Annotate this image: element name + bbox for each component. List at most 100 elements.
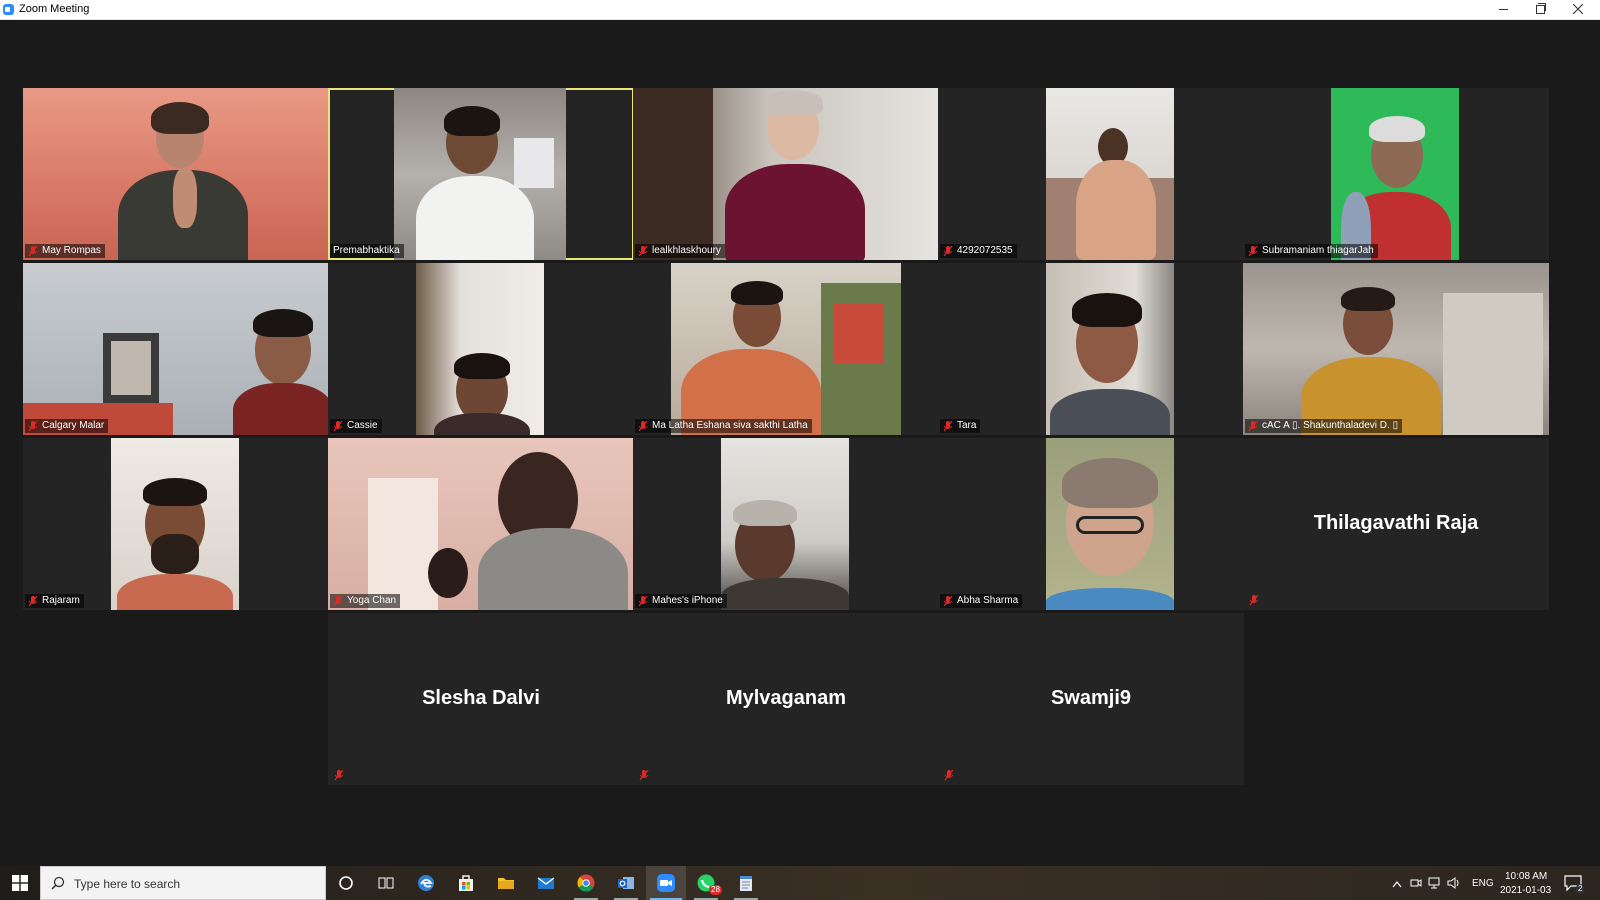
participant-tile[interactable]: Ma Latha Eshana siva sakthi Latha [633, 263, 939, 435]
participant-tile[interactable]: Tara [938, 263, 1244, 435]
participant-video [1046, 438, 1174, 610]
close-icon [1573, 4, 1583, 14]
store-icon [459, 875, 473, 891]
participant-name: Mahes's iPhone [652, 595, 723, 606]
participant-name: 4292072535 [957, 245, 1013, 256]
notification-count: 2 [1576, 884, 1585, 894]
participant-name-tag: lealkhlaskhoury [635, 244, 725, 258]
muted-mic-icon [334, 770, 344, 781]
notepad-button[interactable] [726, 866, 766, 900]
participant-video [23, 88, 329, 260]
participant-tile[interactable]: Subramaniam thiagarJah [1243, 88, 1549, 260]
muted-mic-icon [28, 595, 38, 606]
participant-video [328, 438, 634, 610]
participant-tile-no-video[interactable]: Thilagavathi Raja [1243, 438, 1549, 610]
show-hidden-icons-chevron-icon[interactable] [1392, 880, 1402, 888]
muted-mic-icon [1248, 420, 1258, 431]
participant-name-tag: Tara [940, 419, 981, 433]
participant-name-tag: Ma Latha Eshana siva sakthi Latha [635, 419, 812, 433]
participant-display-name: Thilagavathi Raja [1313, 512, 1479, 534]
muted-mic-icon [333, 420, 343, 431]
mail-icon [537, 877, 555, 889]
clock-time[interactable]: 10:08 AM [1505, 871, 1547, 882]
close-button[interactable] [1560, 0, 1596, 19]
muted-mic-icon [333, 595, 343, 606]
participant-tile[interactable]: Cassie [328, 263, 634, 435]
search-placeholder: Type here to search [74, 877, 181, 891]
participant-name-tag: Cassie [330, 419, 382, 433]
muted-mic-icon [944, 770, 954, 781]
participant-display-name: Slesha Dalvi [422, 687, 540, 709]
task-view-icon [378, 877, 394, 889]
muted-mic-icon [638, 420, 648, 431]
input-language[interactable]: ENG [1472, 878, 1494, 889]
zoom-app-icon [3, 4, 14, 15]
participant-tile-active-speaker[interactable]: Premabhaktika [328, 88, 634, 260]
windows-logo-icon [12, 875, 28, 891]
chrome-icon [577, 874, 595, 892]
mail-button[interactable] [526, 866, 566, 900]
participant-video [23, 263, 329, 435]
file-explorer-button[interactable] [486, 866, 526, 900]
edge-button[interactable] [406, 866, 446, 900]
muted-mic-icon [943, 245, 953, 256]
start-button[interactable] [0, 866, 40, 900]
participant-name: May Rompas [42, 245, 101, 256]
minimize-button[interactable] [1485, 0, 1521, 19]
participant-tile-no-video[interactable]: Slesha Dalvi [328, 613, 634, 785]
participant-tile[interactable]: Yoga Chan [328, 438, 634, 610]
participant-name: Tara [957, 420, 977, 431]
participant-name: Ma Latha Eshana siva sakthi Latha [652, 420, 808, 431]
chrome-button[interactable] [566, 866, 606, 900]
participant-video [111, 438, 239, 610]
zoom-button[interactable] [646, 866, 686, 900]
participant-tile[interactable]: Abha Sharma [938, 438, 1244, 610]
outlook-icon [618, 877, 634, 889]
whatsapp-button[interactable]: 28 [686, 866, 726, 900]
participant-name-tag: Abha Sharma [940, 594, 1023, 608]
participant-display-name: Mylvaganam [725, 687, 847, 709]
participant-name-tag: Calgary Malar [25, 419, 109, 433]
volume-icon[interactable] [1447, 877, 1461, 889]
taskbar-search-box[interactable]: Type here to search [40, 866, 326, 900]
muted-mic-icon [639, 770, 649, 781]
participant-name-tag: Rajaram [25, 594, 84, 608]
store-button[interactable] [446, 866, 486, 900]
muted-mic-icon [943, 420, 953, 431]
participant-name-tag: Mahes's iPhone [635, 594, 727, 608]
notepad-icon [740, 876, 752, 891]
participant-tile[interactable]: cAC A ▯. Shakunthaladevi D. ▯ [1243, 263, 1549, 435]
task-view-button[interactable] [366, 866, 406, 900]
participant-video [1331, 88, 1459, 260]
participant-name: Premabhaktika [333, 245, 400, 256]
participant-video [394, 88, 566, 260]
participant-tile[interactable]: Rajaram [23, 438, 329, 610]
participant-display-name: Swamji9 [1050, 687, 1132, 709]
participant-video [1046, 88, 1174, 260]
action-center-button[interactable]: 2 [1560, 872, 1590, 896]
restore-button[interactable] [1522, 0, 1558, 19]
network-icon[interactable] [1428, 877, 1442, 889]
participant-name-tag: May Rompas [25, 244, 105, 258]
muted-mic-icon [638, 595, 648, 606]
participant-tile[interactable]: 4292072535 [938, 88, 1244, 260]
participant-tile[interactable]: Mahes's iPhone [633, 438, 939, 610]
participant-tile[interactable]: Calgary Malar [23, 263, 329, 435]
participant-video [633, 88, 939, 260]
participant-name: cAC A ▯. Shakunthaladevi D. ▯ [1262, 420, 1399, 431]
muted-mic-icon [1248, 245, 1258, 256]
cortana-button[interactable] [326, 866, 366, 900]
participant-tile[interactable]: May Rompas [23, 88, 329, 260]
participant-tile[interactable]: lealkhlaskhoury [633, 88, 939, 260]
outlook-button[interactable] [606, 866, 646, 900]
cortana-icon [339, 876, 353, 890]
participant-name-tag: Subramaniam thiagarJah [1245, 244, 1378, 258]
participant-tile-no-video[interactable]: Swamji9 [938, 613, 1244, 785]
participant-video [1243, 263, 1549, 435]
meet-now-icon[interactable] [1410, 877, 1422, 889]
window-title-bar: Zoom Meeting [0, 0, 1600, 20]
participant-name: Cassie [347, 420, 378, 431]
participant-video [1046, 263, 1174, 435]
participant-tile-no-video[interactable]: Mylvaganam [633, 613, 939, 785]
clock-date[interactable]: 2021-01-03 [1500, 885, 1551, 896]
